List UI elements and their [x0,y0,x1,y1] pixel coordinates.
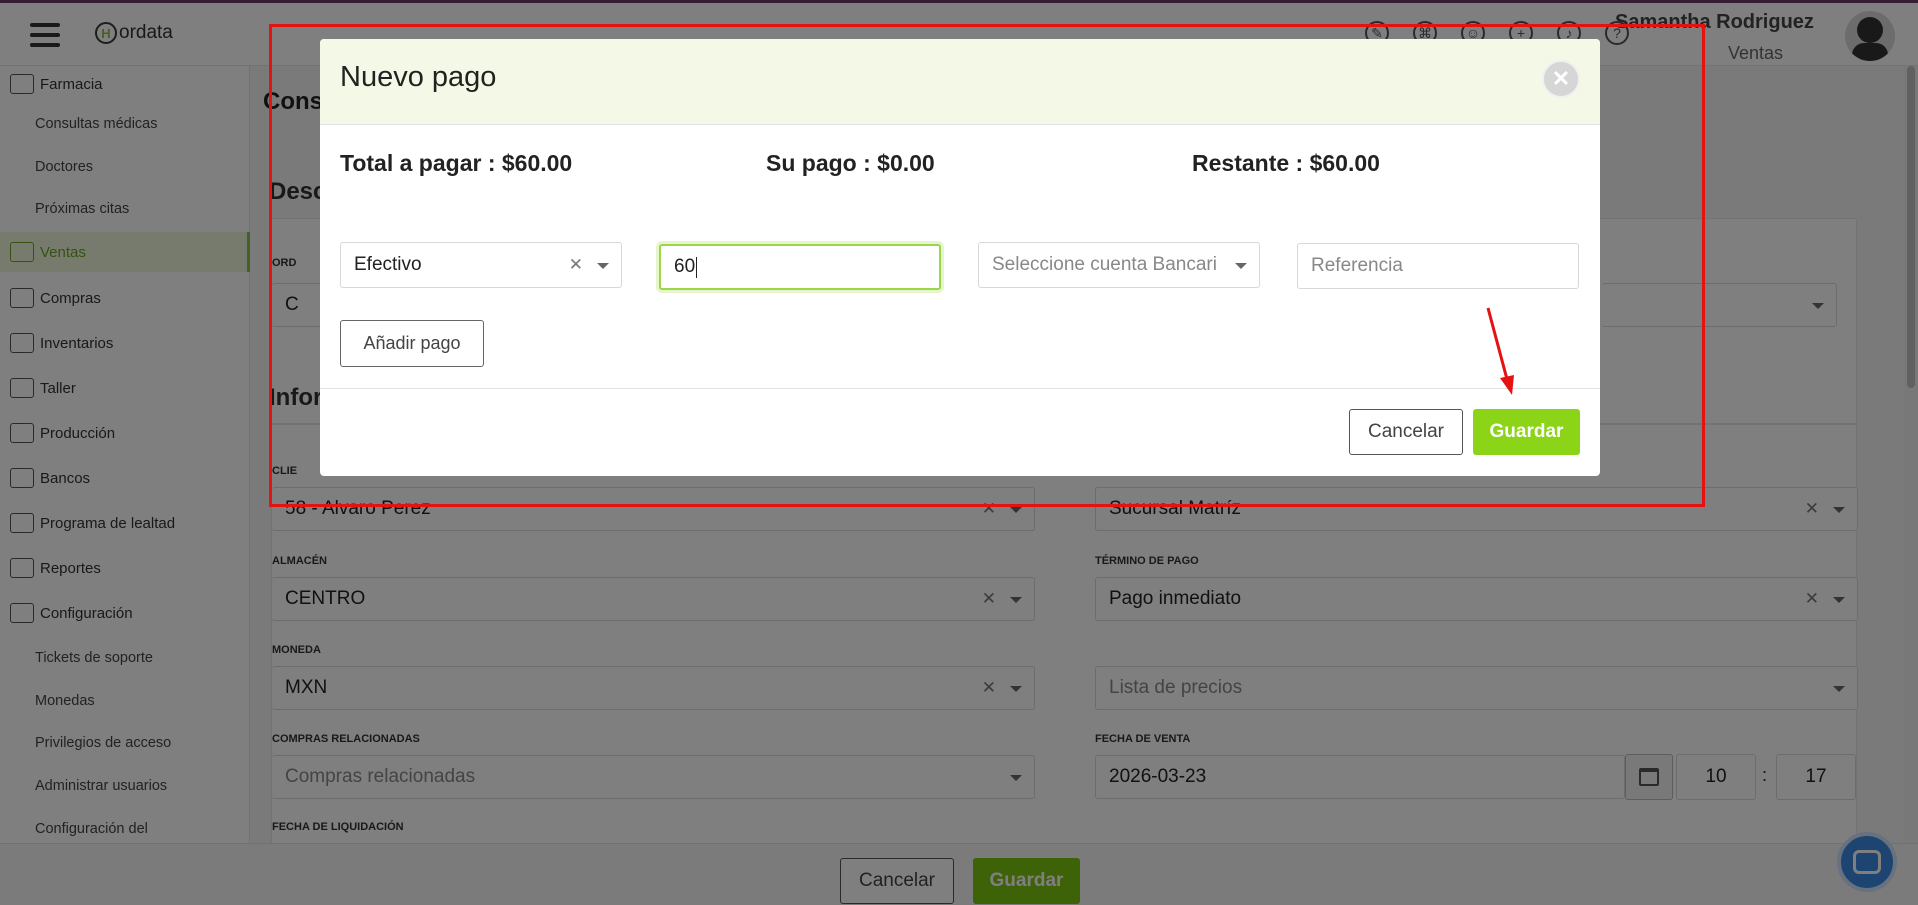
annotation-arrow [1486,307,1514,395]
